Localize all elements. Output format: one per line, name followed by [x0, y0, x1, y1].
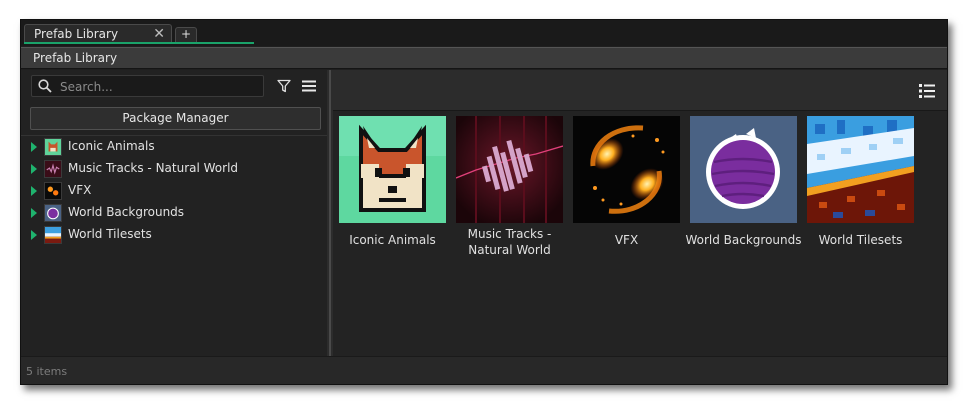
grid-item-caption: Iconic Animals [349, 233, 436, 247]
package-tree: Iconic Animals Music Tracks - Natural Wo… [21, 136, 327, 246]
expand-arrow-icon[interactable] [31, 208, 37, 218]
tree-item-label: World Tilesets [68, 227, 152, 241]
tab-label: Prefab Library [34, 27, 119, 41]
search-box[interactable] [31, 75, 264, 97]
tab-prefab-library[interactable]: Prefab Library ✕ [24, 24, 172, 44]
filter-icon[interactable] [277, 79, 291, 93]
panel-title: Prefab Library [33, 51, 118, 65]
right-toolbar [333, 70, 947, 111]
tree-item-iconic-animals[interactable]: Iconic Animals [21, 136, 327, 158]
add-tab-button[interactable]: + [175, 27, 197, 42]
expand-arrow-icon[interactable] [31, 230, 37, 240]
waveform-icon [44, 160, 62, 178]
expand-arrow-icon[interactable] [31, 186, 37, 196]
list-view-icon[interactable] [919, 83, 935, 99]
waveform-thumbnail-icon [456, 116, 563, 223]
splitter-grip[interactable] [329, 70, 331, 356]
tileset-thumbnail-icon [807, 116, 914, 223]
menu-icon[interactable] [302, 79, 316, 93]
status-bar: 5 items [21, 356, 947, 384]
tree-item-world-tilesets[interactable]: World Tilesets [21, 224, 327, 246]
grid-item-caption: Music Tracks - Natural World [467, 227, 552, 257]
tree-item-label: VFX [68, 183, 92, 197]
right-panel: Iconic Animals Music Tracks - Natural Wo… [333, 70, 947, 356]
fox-thumbnail-icon [339, 116, 446, 223]
grid-item-caption: World Backgrounds [685, 233, 802, 247]
fireball-thumbnail-icon [573, 116, 680, 223]
active-tab-indicator [24, 42, 254, 44]
tree-item-label: World Backgrounds [68, 205, 185, 219]
left-panel: Package Manager Iconic Animals Music Tra… [21, 70, 327, 356]
tab-strip: Prefab Library ✕ + [21, 20, 947, 46]
package-manager-button[interactable]: Package Manager [30, 107, 321, 130]
expand-arrow-icon[interactable] [31, 142, 37, 152]
tree-item-label: Iconic Animals [68, 139, 155, 153]
tree-item-world-backgrounds[interactable]: World Backgrounds [21, 202, 327, 224]
search-input[interactable] [58, 77, 262, 97]
tree-item-music-tracks[interactable]: Music Tracks - Natural World [21, 158, 327, 180]
tileset-icon [44, 226, 62, 244]
tree-item-label: Music Tracks - Natural World [68, 161, 239, 175]
grid-item-caption: World Tilesets [818, 233, 903, 247]
close-icon[interactable]: ✕ [153, 25, 165, 43]
planet-icon [44, 204, 62, 222]
prefab-library-window: Prefab Library ✕ + Prefab Library Packag… [20, 19, 948, 385]
fox-icon [44, 138, 62, 156]
expand-arrow-icon[interactable] [31, 164, 37, 174]
fireball-icon [44, 182, 62, 200]
grid-item-caption: VFX [614, 233, 639, 247]
panel-titlebar: Prefab Library [21, 47, 947, 69]
search-icon [38, 79, 52, 93]
item-count: 5 items [26, 365, 68, 378]
planet-thumbnail-icon [690, 116, 797, 223]
tree-item-vfx[interactable]: VFX [21, 180, 327, 202]
